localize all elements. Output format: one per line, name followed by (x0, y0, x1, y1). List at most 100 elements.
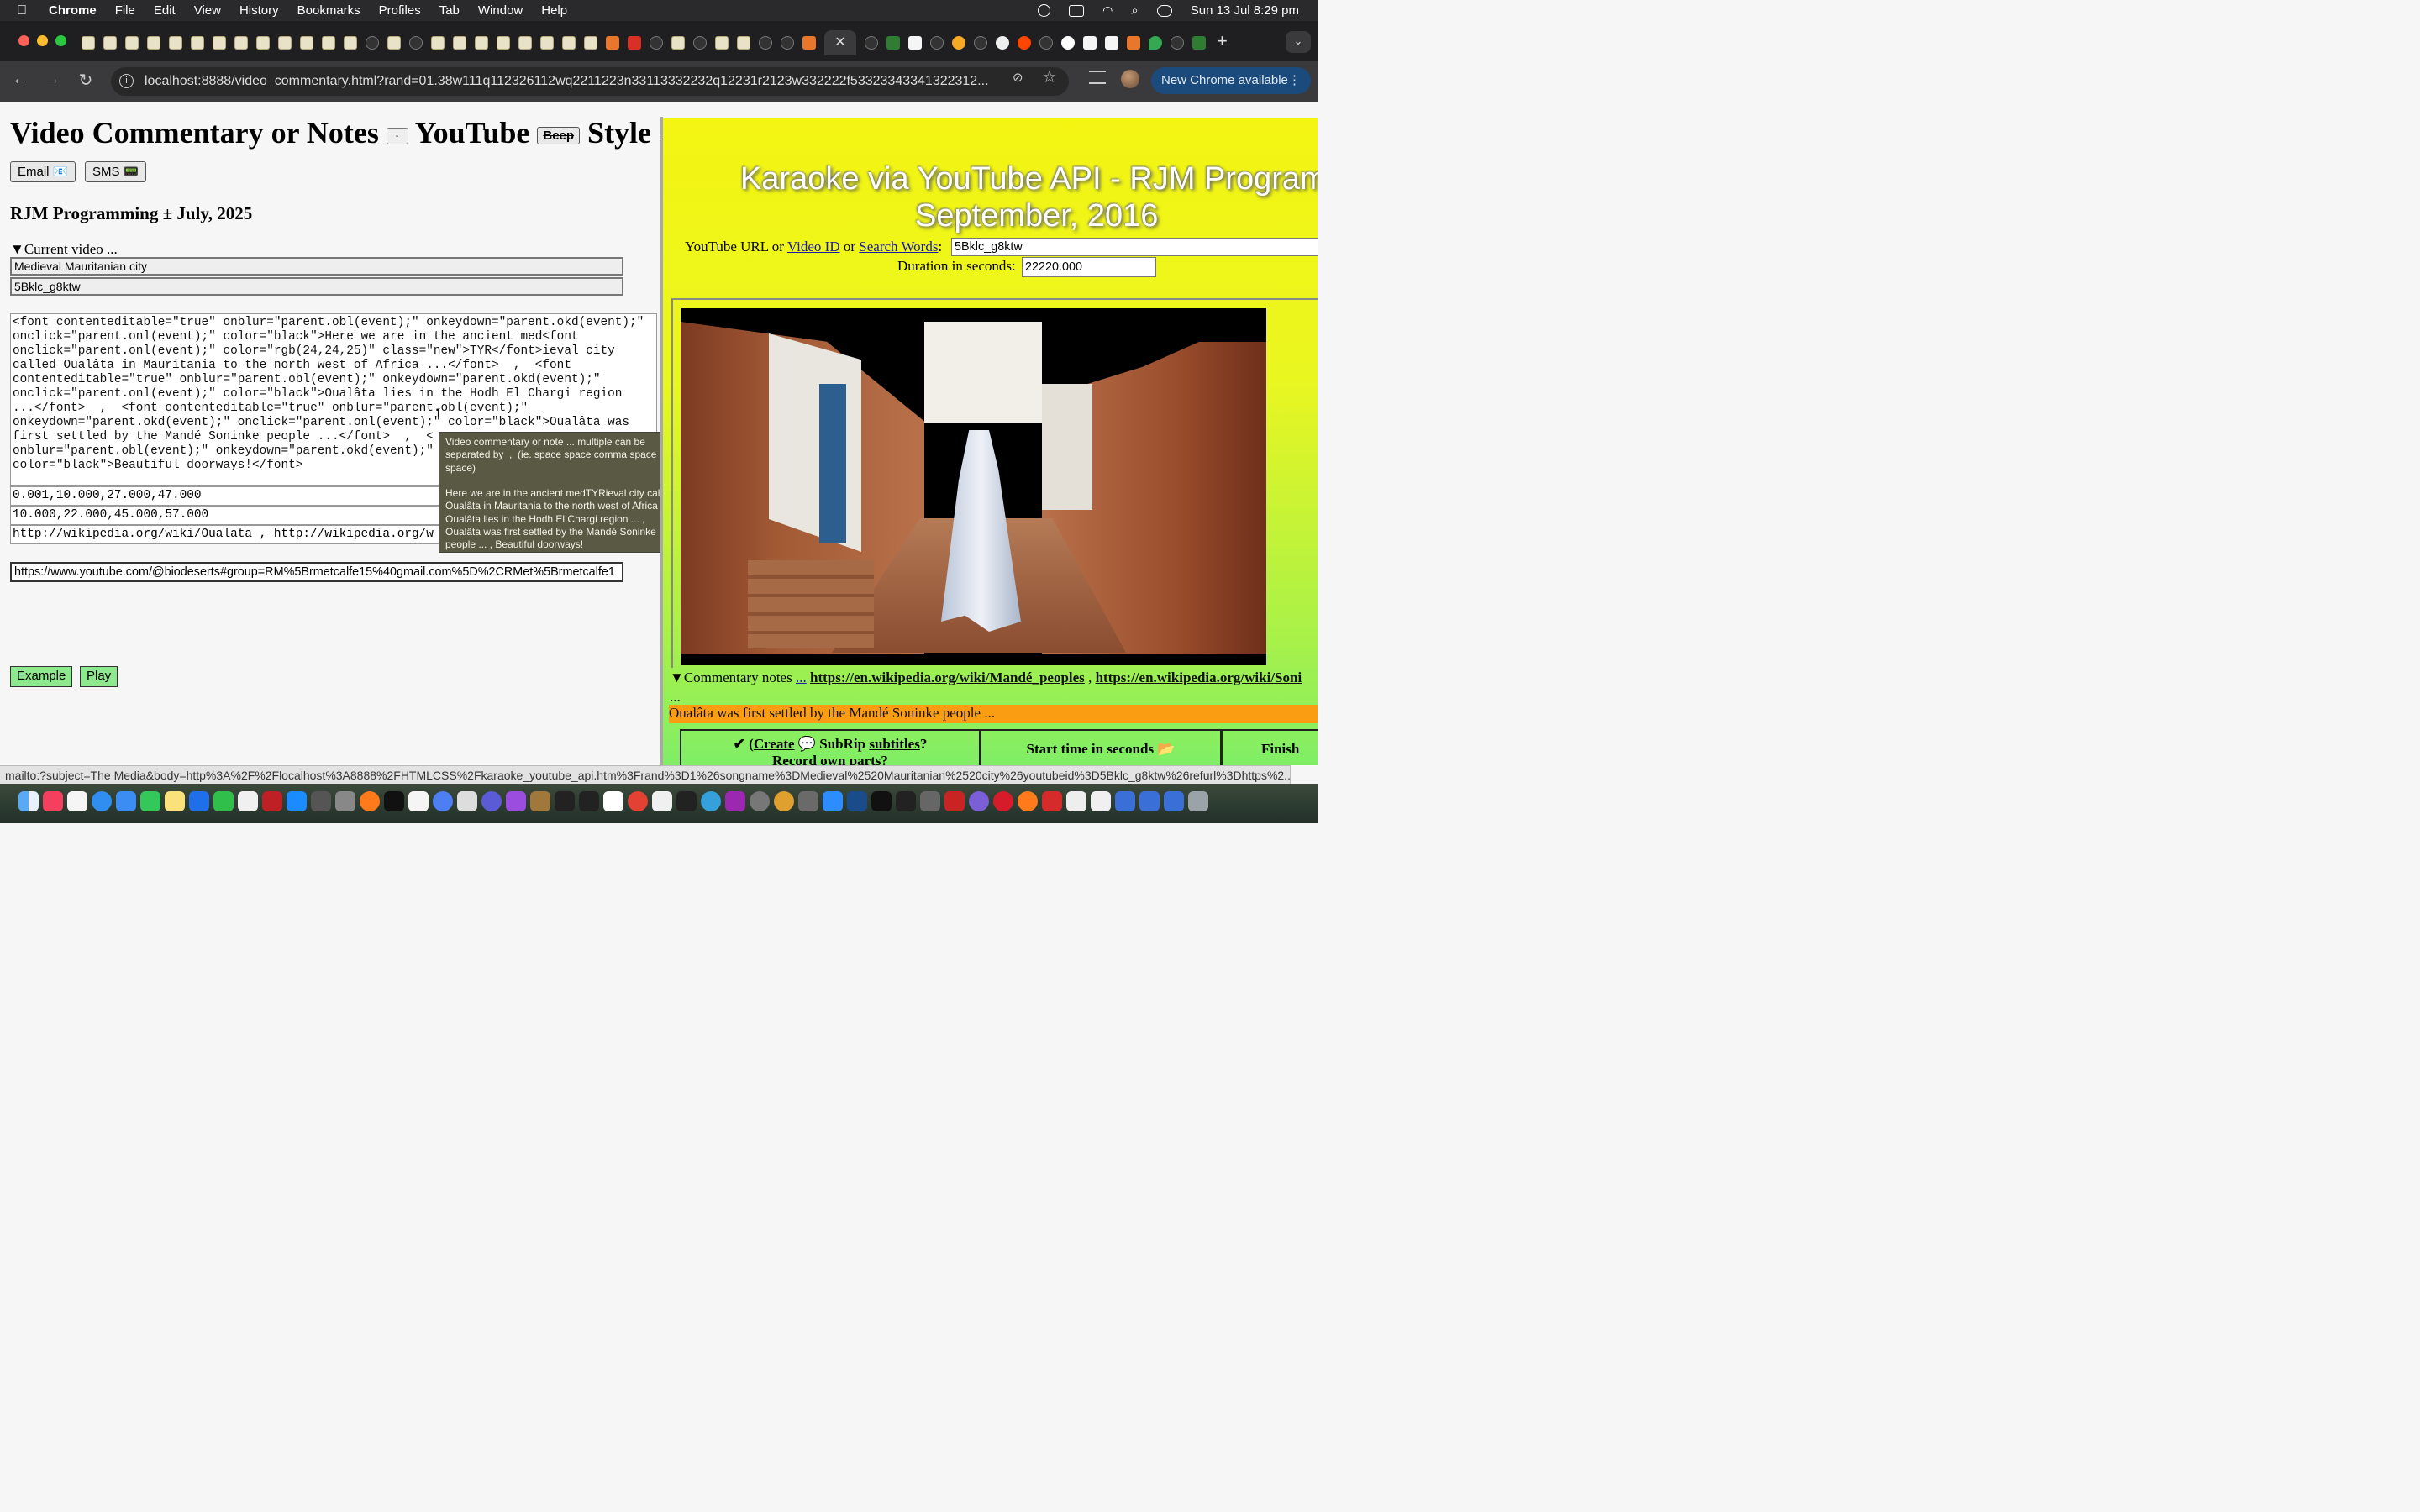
style-select[interactable]: · (386, 127, 408, 144)
music-icon[interactable] (43, 791, 63, 811)
tab-favicon[interactable] (344, 36, 357, 50)
record-own-parts[interactable]: Record own parts? (772, 753, 888, 765)
app-icon[interactable] (1066, 791, 1086, 811)
menu-file[interactable]: File (115, 3, 135, 18)
opera-icon[interactable] (993, 791, 1013, 811)
beep-button[interactable]: Beep (537, 127, 581, 145)
calculator-icon[interactable] (311, 791, 331, 811)
tab-favicon[interactable] (693, 36, 707, 50)
facetime-icon[interactable] (213, 791, 234, 811)
safari-icon[interactable] (92, 791, 112, 811)
tab-favicon[interactable] (996, 36, 1009, 50)
menu-history[interactable]: History (239, 3, 279, 18)
tab-search-chevron-icon[interactable]: ⌄ (1286, 31, 1311, 53)
tab-favicon[interactable] (82, 36, 95, 50)
news-icon[interactable] (408, 791, 429, 811)
terminal-icon[interactable] (579, 791, 599, 811)
app-icon[interactable] (189, 791, 209, 811)
google-tab-icon[interactable] (1061, 36, 1075, 50)
app-icon[interactable] (701, 791, 721, 811)
chrome-icon[interactable] (628, 791, 648, 811)
duration-input[interactable]: 22220.000 (1022, 257, 1156, 277)
apple-tv-icon[interactable] (384, 791, 404, 811)
app-icon[interactable] (1042, 791, 1062, 811)
end-times-field[interactable]: 10.000,22.000,45.000,57.000 (10, 506, 447, 525)
current-video-summary[interactable]: ▼Current video ... (10, 241, 118, 258)
app-icon[interactable] (1139, 791, 1160, 811)
menu-bookmarks[interactable]: Bookmarks (297, 3, 360, 18)
mail-icon[interactable] (116, 791, 136, 811)
tab-favicon[interactable] (278, 36, 292, 50)
tab-favicon[interactable] (453, 36, 466, 50)
tab-favicon[interactable] (606, 36, 619, 50)
firefox-icon[interactable] (1018, 791, 1038, 811)
tab-favicon[interactable] (930, 36, 944, 50)
tab-favicon[interactable] (865, 36, 878, 50)
tab-favicon[interactable] (103, 36, 117, 50)
app-icon[interactable] (1115, 791, 1135, 811)
notes-icon[interactable] (165, 791, 185, 811)
new-chrome-available-button[interactable]: New Chrome available ⋮ (1151, 67, 1311, 94)
tab-favicon[interactable] (584, 36, 597, 50)
tab-favicon[interactable] (409, 36, 423, 50)
menu-app-name[interactable]: Chrome (49, 3, 97, 18)
start-times-field[interactable]: 0.001,10.000,27.000,47.000 (10, 486, 447, 506)
zoom-icon[interactable] (823, 791, 843, 811)
commentary-notes-summary[interactable]: ▼Commentary notes ... https://en.wikiped… (670, 669, 1302, 686)
messages-icon[interactable] (140, 791, 160, 811)
media-controls-icon[interactable] (1089, 71, 1106, 84)
example-button[interactable]: Example (10, 666, 73, 687)
tab-favicon[interactable] (1039, 36, 1053, 50)
play-button[interactable]: Play (80, 666, 118, 687)
reload-icon[interactable]: ↻ (74, 70, 97, 91)
mande-peoples-link[interactable]: https://en.wikipedia.org/wiki/Mandé_peop… (810, 669, 1085, 685)
bookmark-star-icon[interactable]: ☆ (1042, 66, 1057, 87)
soninke-link[interactable]: https://en.wikipedia.org/wiki/Soni (1096, 669, 1302, 685)
control-center-icon[interactable] (1156, 4, 1172, 17)
document-icon[interactable] (238, 791, 258, 811)
tab-favicon[interactable] (169, 36, 182, 50)
youtube-id-input[interactable]: 5Bklc_g8ktw (951, 238, 1318, 256)
tab-favicon[interactable] (737, 36, 750, 50)
now-playing-icon[interactable] (1038, 4, 1051, 17)
app-icon[interactable] (896, 791, 916, 811)
app-icon[interactable] (798, 791, 818, 811)
links-field[interactable]: http://wikipedia.org/wiki/Oualata , http… (10, 525, 447, 544)
active-tab-close-icon[interactable]: ✕ (824, 30, 856, 55)
tab-favicon[interactable] (886, 36, 900, 50)
tab-favicon[interactable] (234, 36, 248, 50)
youtube-url-field[interactable]: https://www.youtube.com/@biodeserts#grou… (10, 562, 623, 582)
tab-favicon[interactable] (497, 36, 510, 50)
app-icon[interactable] (944, 791, 965, 811)
tab-favicon[interactable] (671, 36, 685, 50)
menu-help[interactable]: Help (541, 3, 567, 18)
app-store-icon[interactable] (287, 791, 307, 811)
notes-ellipsis-link[interactable]: ... (796, 669, 807, 685)
tab-favicon[interactable] (781, 36, 794, 50)
tab-favicon[interactable] (518, 36, 532, 50)
apple-menu-icon[interactable]:  (17, 3, 34, 18)
app-icon[interactable] (969, 791, 989, 811)
create-link[interactable]: Create (754, 736, 795, 752)
tab-favicon[interactable] (540, 36, 554, 50)
reminders-icon[interactable] (67, 791, 87, 811)
document-icon[interactable] (652, 791, 672, 811)
tab-favicon[interactable] (908, 36, 922, 50)
app-icon[interactable] (847, 791, 867, 811)
window-zoom-button[interactable] (55, 35, 66, 46)
tab-favicon[interactable] (715, 36, 729, 50)
gmail-tab-icon[interactable] (628, 36, 641, 50)
app-icon[interactable] (481, 791, 502, 811)
tab-favicon[interactable] (147, 36, 160, 50)
tab-favicon[interactable] (431, 36, 445, 50)
finder-icon[interactable] (18, 791, 39, 811)
maps-tab-icon[interactable] (1149, 36, 1162, 50)
app-icon[interactable] (871, 791, 892, 811)
tab-favicon[interactable] (1083, 36, 1097, 50)
menu-edit[interactable]: Edit (154, 3, 176, 18)
tab-favicon[interactable] (802, 36, 816, 50)
site-info-icon[interactable]: i (119, 74, 134, 88)
tab-favicon[interactable] (475, 36, 488, 50)
app-icon[interactable] (530, 791, 550, 811)
tab-favicon[interactable] (974, 36, 987, 50)
